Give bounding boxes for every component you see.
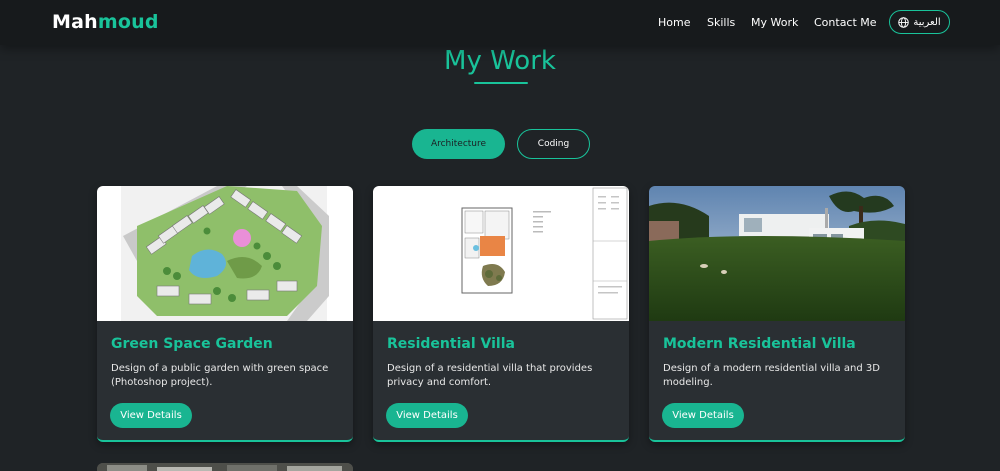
tab-coding[interactable]: Coding: [517, 129, 590, 159]
card-description: Design of a residential villa that provi…: [387, 363, 593, 388]
project-image-villa-floorplan: [373, 186, 629, 321]
tab-architecture[interactable]: Architecture: [412, 129, 505, 159]
card-title: Residential Villa: [387, 336, 515, 352]
section-title: My Work: [444, 46, 556, 76]
card-title: Green Space Garden: [111, 336, 273, 352]
project-image-next-row: [97, 463, 353, 471]
card-description: Design of a public garden with green spa…: [111, 363, 329, 388]
card-title: Modern Residential Villa: [663, 336, 856, 352]
view-details-button[interactable]: View Details: [110, 403, 192, 428]
project-card-modern-residential-villa: Modern Residential Villa Design of a mod…: [649, 186, 905, 442]
language-label: العربية: [913, 16, 941, 28]
view-details-button[interactable]: View Details: [386, 403, 468, 428]
nav-link-skills[interactable]: Skills: [707, 16, 735, 29]
project-card-next-row: [97, 463, 353, 471]
nav-link-my-work[interactable]: My Work: [751, 16, 798, 29]
project-image-villa-render: [649, 186, 905, 321]
project-card-green-space-garden: Green Space Garden Design of a public ga…: [97, 186, 353, 442]
project-card-residential-villa: Residential Villa Design of a residentia…: [373, 186, 629, 442]
nav-link-contact-me[interactable]: Contact Me: [814, 16, 877, 29]
project-image-garden-plan: [97, 186, 353, 321]
title-underline: [474, 82, 528, 84]
language-toggle-button[interactable]: العربية: [889, 10, 950, 34]
nav-link-home[interactable]: Home: [658, 16, 690, 29]
navbar: Mahmoud Home Skills My Work Contact Me ا…: [0, 0, 1000, 45]
view-details-button[interactable]: View Details: [662, 403, 744, 428]
nav-links: Home Skills My Work Contact Me: [0, 16, 1000, 32]
globe-icon: [898, 16, 910, 28]
card-description: Design of a modern residential villa and…: [663, 363, 880, 388]
